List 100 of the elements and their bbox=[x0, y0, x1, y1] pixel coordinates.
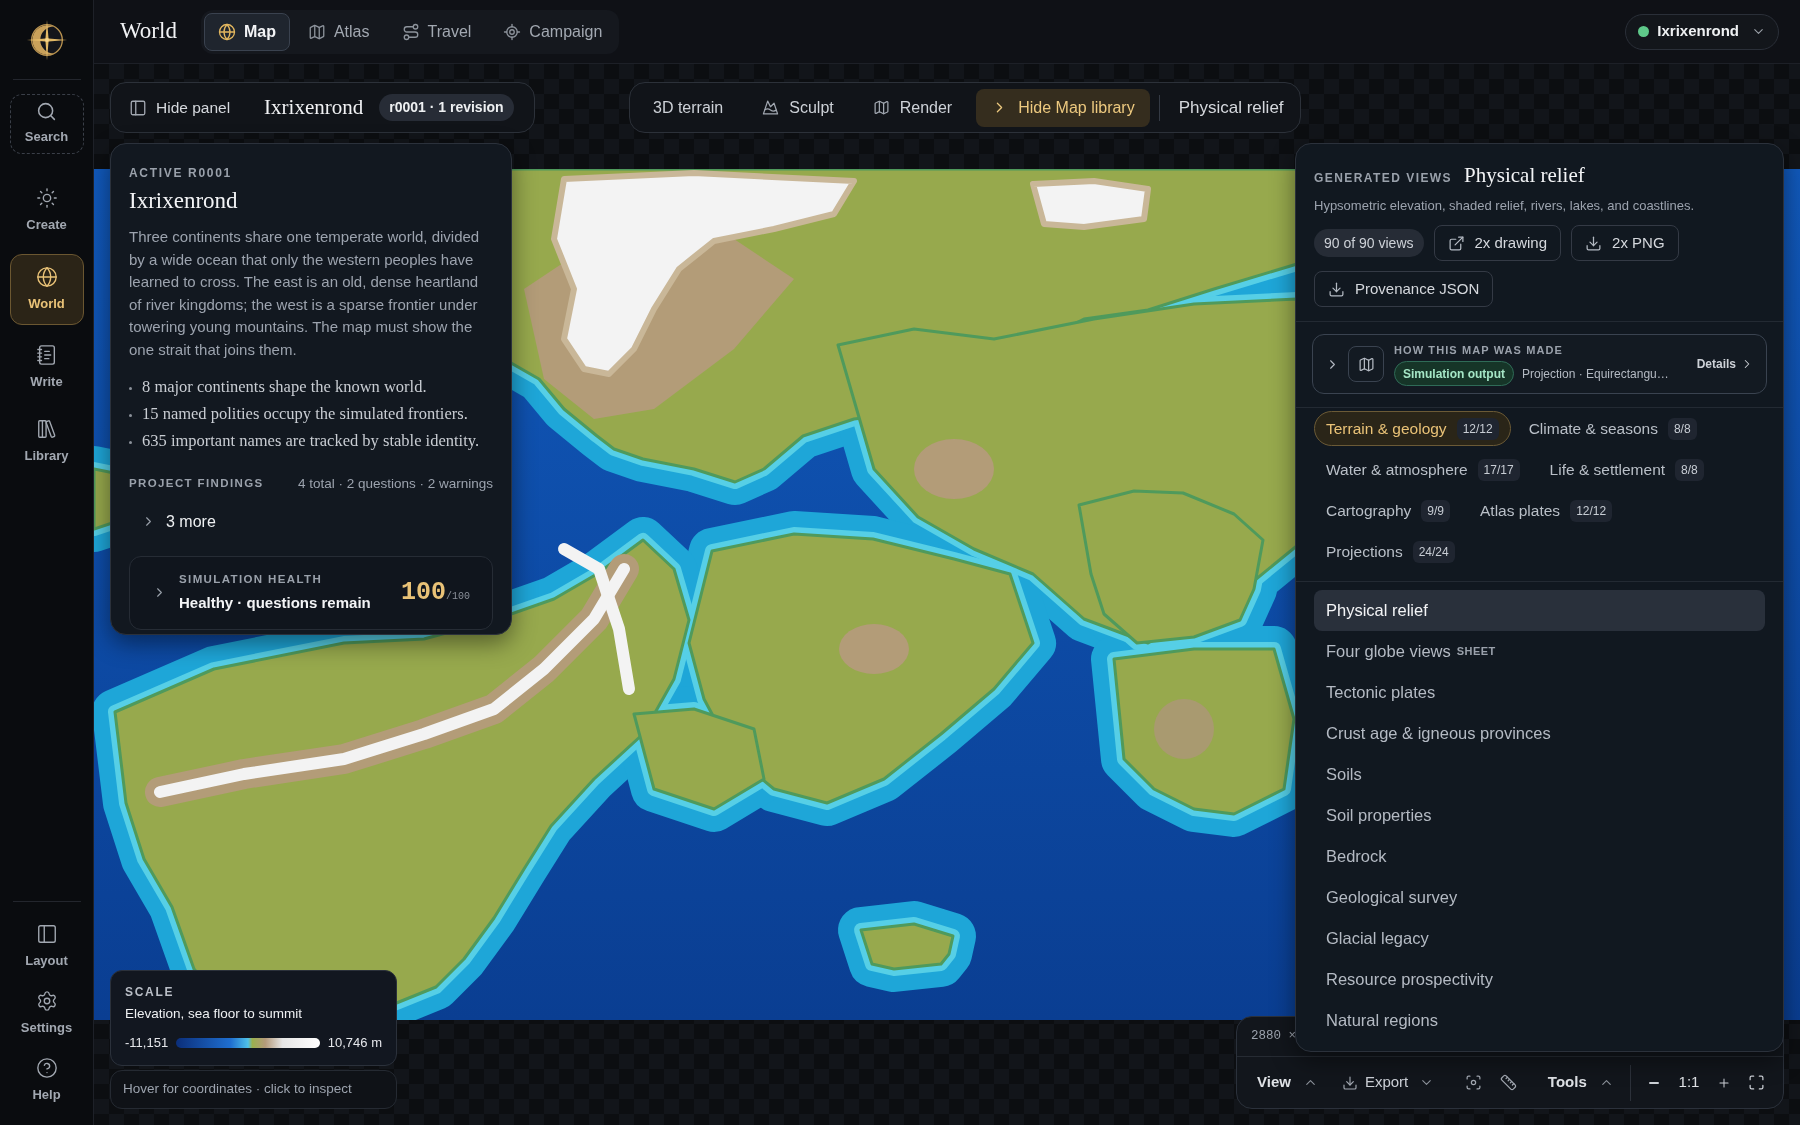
view-list-item[interactable]: Natural regions bbox=[1314, 1000, 1765, 1041]
settings-icon bbox=[35, 990, 58, 1013]
projection-text: Projection · Equirectangu… bbox=[1522, 365, 1669, 383]
category-chip[interactable]: Cartography 9/9 bbox=[1314, 493, 1462, 528]
view-list-item[interactable]: Glacial legacy bbox=[1314, 918, 1765, 959]
count-badge: 12/12 bbox=[1570, 499, 1613, 522]
category-chip[interactable]: Water & atmosphere 17/17 bbox=[1314, 452, 1532, 487]
details-link[interactable]: Details bbox=[1696, 355, 1754, 373]
tab[interactable]: Atlas bbox=[293, 12, 384, 51]
download-icon bbox=[1328, 280, 1345, 298]
view-list-item[interactable]: Resource prospectivity bbox=[1314, 959, 1765, 1000]
download-png-button[interactable]: 2x PNG bbox=[1571, 225, 1679, 261]
category-chip[interactable]: Projections 24/24 bbox=[1314, 534, 1467, 569]
view-list-item[interactable]: Tectonic plates bbox=[1314, 672, 1765, 713]
tab[interactable]: Map bbox=[203, 12, 290, 51]
notebook-icon bbox=[35, 344, 58, 367]
bullet-icon bbox=[129, 413, 132, 417]
project-name: Ixrixenrond bbox=[264, 93, 364, 121]
fact-text: 15 named polities occupy the simulated frontiers. bbox=[142, 402, 468, 425]
sidebar-item[interactable]: Help bbox=[9, 1050, 84, 1112]
findings-label: PROJECT FINDINGS bbox=[129, 476, 264, 492]
minus-icon bbox=[1648, 1081, 1659, 1084]
project-description: Three continents share one temperate world, divided by a wide ocean that only the western peoples have learned to cross. The east is an old, dense heartland of river kingdoms; the west is a sparse frontier under towering young mountains. The map must show the one strait that joins them. bbox=[129, 227, 481, 360]
count-badge: 8/8 bbox=[1667, 417, 1697, 440]
canvas-dimensions: 2880 × bbox=[1251, 1028, 1296, 1046]
legend-title: SCALE bbox=[125, 984, 176, 1001]
count-badge: 8/8 bbox=[1675, 458, 1704, 481]
toolbar-button[interactable]: 3D terrain bbox=[638, 88, 739, 127]
category-chip[interactable]: Atlas plates 12/12 bbox=[1468, 493, 1625, 528]
download-json-button[interactable]: Provenance JSON bbox=[1314, 271, 1494, 307]
ruler-icon bbox=[1500, 1074, 1518, 1091]
view-list-item[interactable]: Geological survey bbox=[1314, 877, 1765, 918]
toolbar-button[interactable]: Hide Map library bbox=[976, 88, 1150, 127]
fullscreen-icon bbox=[1747, 1074, 1765, 1091]
crosshair-icon bbox=[503, 22, 522, 41]
fact-text: 635 important names are tracked by stable identity. bbox=[142, 429, 480, 452]
globe-icon bbox=[217, 22, 236, 41]
view-menu-button[interactable]: View bbox=[1249, 1065, 1326, 1100]
external-link-icon bbox=[1447, 234, 1465, 252]
search-icon bbox=[36, 101, 57, 123]
sidebar-item[interactable]: World bbox=[9, 254, 84, 325]
toolbar-button[interactable]: Render bbox=[857, 88, 968, 127]
route-icon bbox=[401, 22, 420, 41]
download-icon bbox=[1341, 1074, 1358, 1091]
view-list-item[interactable]: Soils bbox=[1314, 754, 1765, 795]
health-card[interactable]: SIMULATION HEALTH Healthy · questions remain 100/100 bbox=[129, 555, 493, 630]
count-badge: 12/12 bbox=[1456, 417, 1499, 440]
max-elevation: 10,746 m bbox=[327, 1034, 382, 1053]
view-title: Physical relief bbox=[1464, 162, 1585, 189]
bullet-icon bbox=[129, 386, 132, 390]
panel-icon bbox=[129, 98, 147, 117]
view-list-item[interactable]: Crust age & igneous provinces bbox=[1314, 713, 1765, 754]
sun-icon bbox=[35, 187, 58, 210]
hide-panel-button[interactable]: Hide panel bbox=[127, 89, 233, 126]
revision-badge: r0001 · 1 revision bbox=[379, 94, 514, 121]
count-badge: 17/17 bbox=[1477, 458, 1520, 481]
more-findings-button[interactable]: 3 more bbox=[129, 509, 216, 534]
category-chip[interactable]: Life & settlement 8/8 bbox=[1537, 452, 1716, 487]
provenance-card[interactable]: HOW THIS MAP WAS MADE Simulation output Projection · Equirectangu… Details bbox=[1312, 334, 1767, 394]
tools-menu-button[interactable]: Tools bbox=[1539, 1065, 1622, 1100]
view-list-item[interactable]: Physical relief bbox=[1314, 590, 1765, 631]
focus-icon bbox=[1464, 1074, 1482, 1091]
count-badge: 24/24 bbox=[1412, 540, 1455, 563]
sidebar-item[interactable]: Library bbox=[9, 411, 84, 473]
min-elevation: -11,151 bbox=[125, 1034, 169, 1053]
tab[interactable]: Travel bbox=[387, 12, 486, 51]
view-count-badge: 90 of 90 views bbox=[1314, 229, 1424, 257]
source-badge: Simulation output bbox=[1394, 361, 1514, 387]
sidebar-item[interactable]: Create bbox=[9, 180, 84, 242]
tab[interactable]: Campaign bbox=[489, 12, 617, 51]
help-icon bbox=[35, 1057, 58, 1080]
sidebar-item[interactable]: Layout bbox=[9, 916, 84, 978]
findings-summary: 4 total · 2 questions · 2 warnings bbox=[297, 474, 493, 493]
legend-subtitle: Elevation, sea floor to summit bbox=[125, 1005, 304, 1023]
books-icon bbox=[35, 418, 58, 441]
count-badge: 9/9 bbox=[1421, 499, 1450, 522]
fact-text: 8 major continents shape the known world. bbox=[142, 375, 427, 398]
view-list-item[interactable]: Bedrock bbox=[1314, 836, 1765, 877]
sidebar-item[interactable]: Settings bbox=[9, 983, 84, 1045]
map-icon bbox=[307, 22, 326, 41]
elevation-ramp-icon bbox=[176, 1038, 320, 1048]
layout-icon bbox=[35, 923, 58, 946]
project-switcher[interactable]: Ixrixenrond bbox=[1625, 13, 1779, 50]
page-title: World bbox=[120, 17, 177, 46]
sidebar-item[interactable]: Write bbox=[9, 337, 84, 399]
category-chip[interactable]: Terrain & geology 12/12 bbox=[1314, 411, 1511, 446]
toolbar-button[interactable]: Sculpt bbox=[747, 88, 849, 127]
open-drawing-button[interactable]: 2x drawing bbox=[1433, 225, 1562, 261]
search-button[interactable]: Search bbox=[9, 94, 84, 154]
health-label: SIMULATION HEALTH bbox=[179, 572, 324, 588]
view-list-item[interactable]: Soil properties bbox=[1314, 795, 1765, 836]
mountain-icon bbox=[762, 99, 780, 116]
bullet-icon bbox=[129, 440, 132, 444]
health-status: Healthy · questions remain bbox=[179, 592, 371, 613]
health-score: 100 bbox=[400, 577, 446, 610]
view-list-item[interactable]: Four globe views SHEET bbox=[1314, 631, 1765, 672]
health-score-max: /100 bbox=[446, 591, 470, 605]
view-tag: SHEET bbox=[1456, 643, 1496, 660]
category-chip[interactable]: Climate & seasons 8/8 bbox=[1516, 411, 1709, 446]
export-menu-button[interactable]: Export bbox=[1333, 1065, 1443, 1100]
